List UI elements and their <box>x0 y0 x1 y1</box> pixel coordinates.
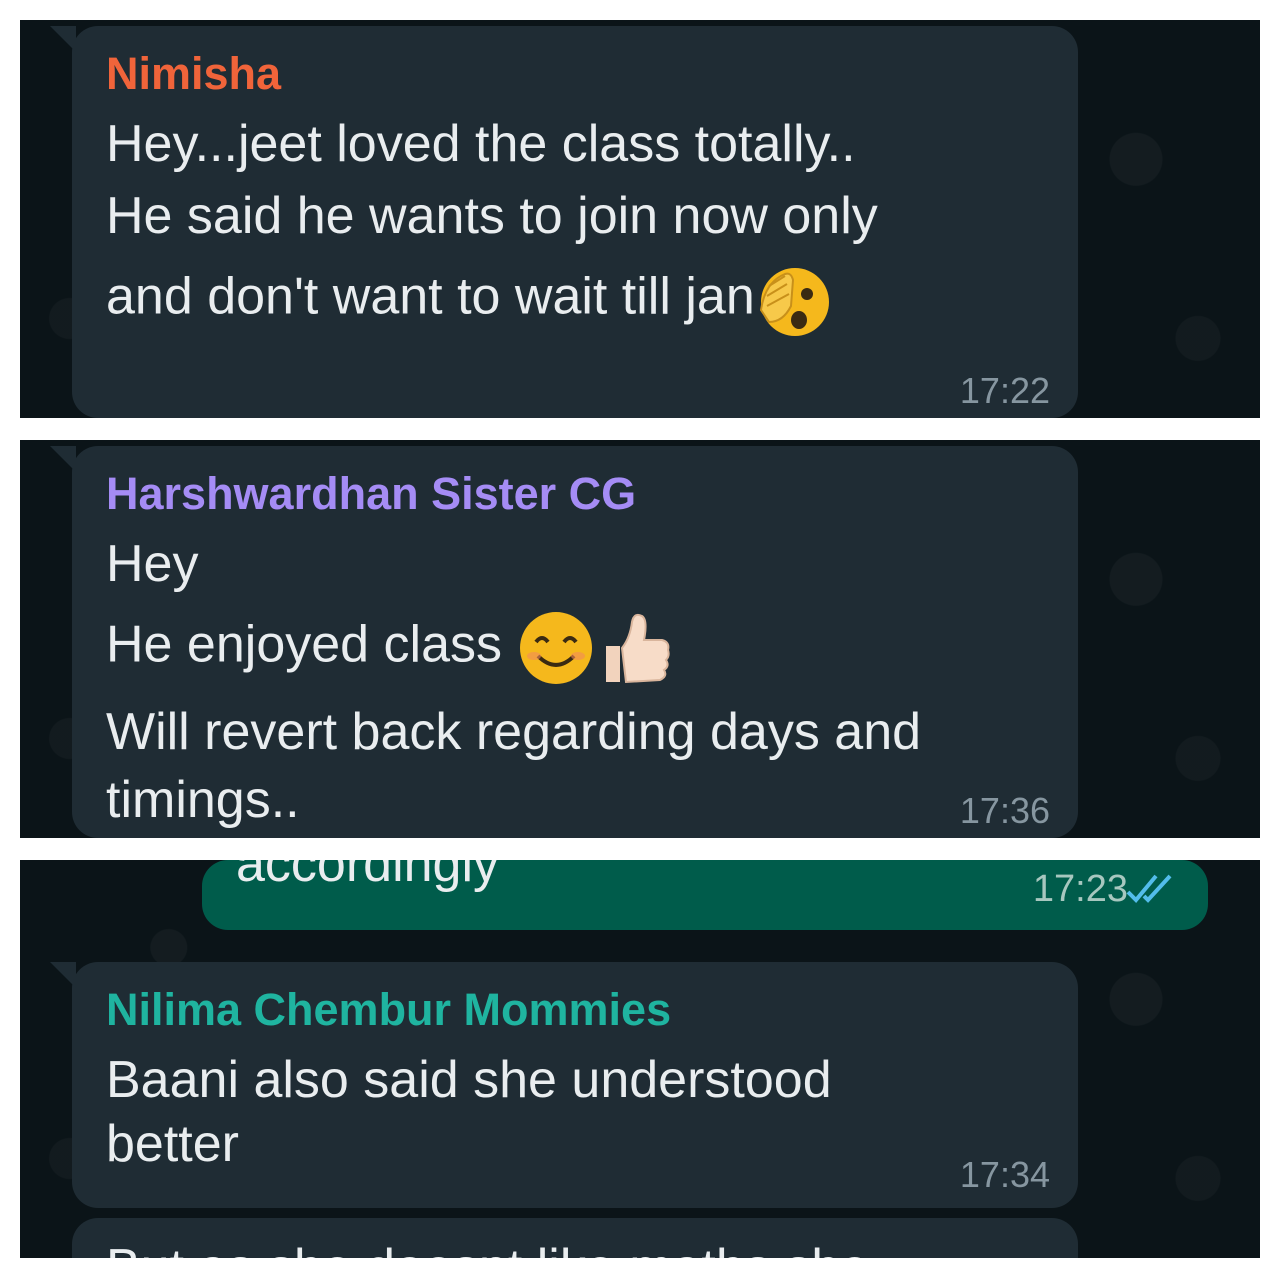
message-bubble-partial[interactable]: But as she doesnt like maths she <box>72 1218 1078 1258</box>
message-line: Hey...jeet loved the class totally.. <box>106 115 856 173</box>
message-line: Will revert back regarding days and <box>106 703 922 761</box>
message-bubble-nilima[interactable]: Nilima Chembur Mommies Baani also said s… <box>50 962 1078 1208</box>
message-line: better <box>106 1115 239 1173</box>
message-bubble-nimisha[interactable]: Nimisha Hey...jeet loved the class total… <box>50 26 1078 418</box>
sender-name[interactable]: Nimisha <box>106 48 1046 100</box>
smiling-face-emoji <box>520 612 593 684</box>
chat-panel-2: Harshwardhan Sister CG Hey He enjoyed cl… <box>20 440 1260 838</box>
chat-panel-3: accordingly 17:23 Nilima Chembur Mommies… <box>20 860 1260 1258</box>
double-tick-icon <box>1126 874 1172 903</box>
message-time: 17:23 <box>1032 868 1128 910</box>
sender-name[interactable]: Nilima Chembur Mommies <box>106 984 1046 1036</box>
sender-name[interactable]: Harshwardhan Sister CG <box>106 468 1046 520</box>
outgoing-message-bubble[interactable]: accordingly 17:23 <box>202 860 1208 930</box>
face-with-hand-over-eye-emoji <box>759 268 829 336</box>
thumbs-up-emoji <box>606 613 671 684</box>
message-line: timings.. <box>106 771 300 829</box>
message-time: 17:34 <box>959 1154 1050 1195</box>
message-line: But as she doesnt like maths she <box>106 1232 1046 1258</box>
outgoing-message-text: accordingly <box>236 860 500 893</box>
message-line: and don't want to wait till jan <box>106 260 1046 340</box>
message-line: Baani also said she understood <box>106 1051 832 1109</box>
message-line: Hey <box>106 535 199 593</box>
message-bubble-harshwardhan[interactable]: Harshwardhan Sister CG Hey He enjoyed cl… <box>50 446 1078 838</box>
message-time: 17:36 <box>959 790 1050 831</box>
message-line: He enjoyed class <box>106 608 1046 688</box>
chat-panel-1: Nimisha Hey...jeet loved the class total… <box>20 20 1260 418</box>
message-line: He said he wants to join now only <box>106 187 878 245</box>
message-time: 17:22 <box>959 370 1050 411</box>
